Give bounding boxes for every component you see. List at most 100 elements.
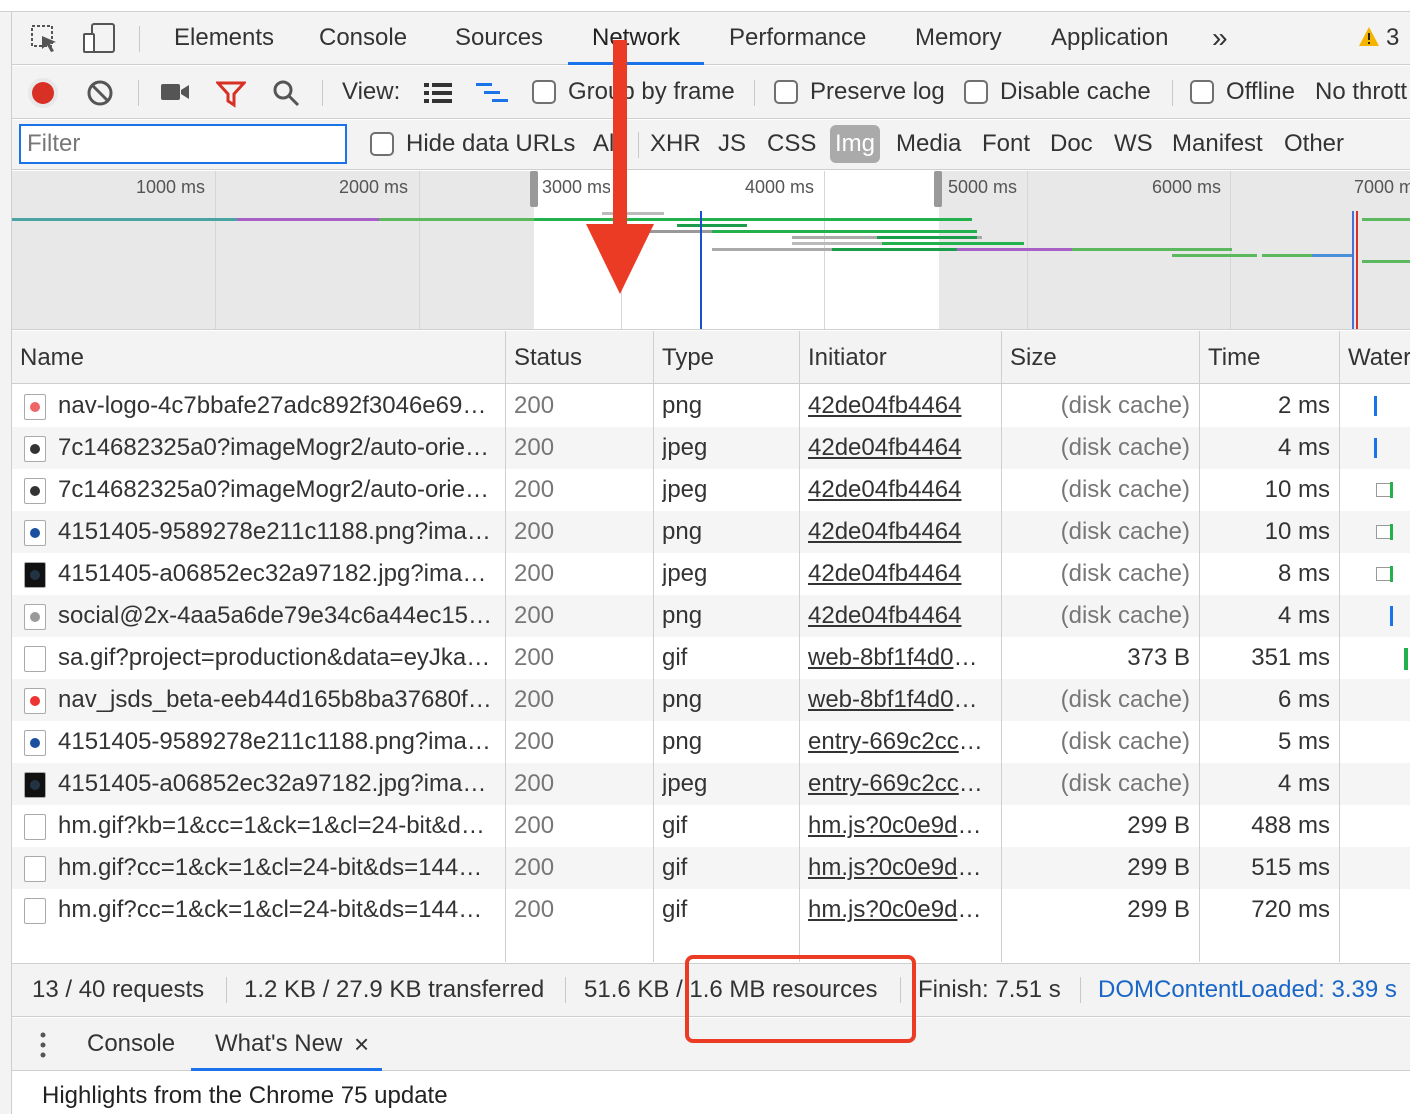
cell-initiator[interactable]: 42de04fb4464 xyxy=(808,427,990,469)
cell-name: hm.gif?cc=1&ck=1&cl=24-bit&ds=1440x900&v… xyxy=(58,854,494,881)
cell-initiator[interactable]: entry-669c2cc3b5.js xyxy=(808,763,990,805)
hide-data-urls-label[interactable]: Hide data URLs xyxy=(406,120,575,168)
drawer-tab-console[interactable]: Console xyxy=(87,1018,175,1070)
filter-type-js[interactable]: JS xyxy=(718,120,746,168)
filter-type-media[interactable]: Media xyxy=(896,120,961,168)
table-row[interactable]: hm.gif?kb=1&cc=1&ck=1&cl=24-bit&ds=1440x… xyxy=(12,805,1410,847)
cell-time: 4 ms xyxy=(1277,434,1330,461)
preserve-log-label[interactable]: Preserve log xyxy=(810,66,945,118)
cell-initiator[interactable]: 42de04fb4464 xyxy=(808,511,990,553)
table-row[interactable]: 7c14682325a0?imageMogr2/auto-orient/stri… xyxy=(12,469,1410,511)
overview-right-handle[interactable] xyxy=(934,171,942,207)
column-header-size[interactable]: Size xyxy=(1002,331,1057,384)
waterfall-bar xyxy=(1404,648,1408,670)
waterfall-view-icon[interactable] xyxy=(476,82,510,104)
annotation-highlight-box xyxy=(685,955,916,1043)
table-row[interactable]: 7c14682325a0?imageMogr2/auto-orient/stri… xyxy=(12,427,1410,469)
column-header-waterfall[interactable]: Waterfall xyxy=(1340,331,1410,384)
filter-type-doc[interactable]: Doc xyxy=(1050,120,1093,168)
overview-left-handle[interactable] xyxy=(530,171,538,207)
record-button[interactable] xyxy=(28,78,58,108)
tab-elements[interactable]: Elements xyxy=(174,12,274,64)
table-row[interactable]: hm.gif?cc=1&ck=1&cl=24-bit&ds=1440x900&e… xyxy=(12,889,1410,931)
offline-label[interactable]: Offline xyxy=(1226,66,1295,118)
disable-cache-label[interactable]: Disable cache xyxy=(1000,66,1151,118)
table-row[interactable]: nav_jsds_beta-eeb44d165b8ba37680f.png 200… xyxy=(12,679,1410,721)
cell-initiator[interactable]: 42de04fb4464 xyxy=(808,553,990,595)
cell-size: (disk cache) xyxy=(1060,476,1190,503)
cell-name: 4151405-a06852ec32a97182.jpg?imageMogr2 xyxy=(58,560,494,587)
column-header-name[interactable]: Name xyxy=(12,331,84,384)
column-header-type[interactable]: Type xyxy=(654,331,714,384)
table-row[interactable]: 4151405-a06852ec32a97182.jpg?imageMogr2 2… xyxy=(12,763,1410,805)
group-by-frame-checkbox[interactable] xyxy=(532,80,556,104)
table-row[interactable]: 4151405-a06852ec32a97182.jpg?imageMogr2 2… xyxy=(12,553,1410,595)
cell-size: (disk cache) xyxy=(1060,560,1190,587)
table-row[interactable]: nav-logo-4c7bbafe27adc892f3046e6978459ba… xyxy=(12,385,1410,427)
cell-type: png xyxy=(662,518,703,545)
cell-initiator[interactable]: web-8bf1f4d0b5b3.js xyxy=(808,637,990,679)
filter-type-font[interactable]: Font xyxy=(982,120,1030,168)
cell-status: 200 xyxy=(514,392,555,419)
drawer-tab-whats-new[interactable]: What's New xyxy=(190,1018,383,1071)
cell-initiator[interactable]: hm.js?0c0e9d9b1e7 xyxy=(808,847,990,889)
file-thumbnail-icon xyxy=(24,856,46,882)
filter-type-img[interactable]: Img xyxy=(830,125,881,163)
cell-time: 8 ms xyxy=(1277,560,1330,587)
filter-type-manifest[interactable]: Manifest xyxy=(1172,120,1263,168)
cell-time: 4 ms xyxy=(1277,602,1330,629)
filter-type-other[interactable]: Other xyxy=(1284,120,1344,168)
tab-sources[interactable]: Sources xyxy=(455,12,543,64)
more-tabs-button[interactable]: » xyxy=(1212,12,1228,64)
screenshot-camera-icon[interactable] xyxy=(160,81,190,103)
warning-icon[interactable] xyxy=(1358,26,1380,48)
filter-type-css[interactable]: CSS xyxy=(767,120,816,168)
tab-memory[interactable]: Memory xyxy=(915,12,1002,64)
overview-bar xyxy=(1362,260,1410,263)
tab-performance[interactable]: Performance xyxy=(729,12,866,64)
cell-initiator[interactable]: 42de04fb4464 xyxy=(808,385,990,427)
large-rows-icon[interactable] xyxy=(424,82,452,104)
preserve-log-checkbox[interactable] xyxy=(774,80,798,104)
load-event-line xyxy=(1356,211,1358,329)
offline-checkbox[interactable] xyxy=(1190,80,1214,104)
column-header-time[interactable]: Time xyxy=(1200,331,1260,384)
device-toolbar-icon[interactable] xyxy=(82,22,116,54)
cell-initiator[interactable]: 42de04fb4464 xyxy=(808,595,990,637)
throttling-select[interactable]: No thrott xyxy=(1315,66,1407,118)
summary-dom-content-loaded: DOMContentLoaded: 3.39 s xyxy=(1098,976,1397,1003)
cell-initiator[interactable]: hm.js?0c0e9d9b1e7 xyxy=(808,889,990,931)
cell-initiator[interactable]: entry-669c2cc3b5.js xyxy=(808,721,990,763)
search-icon[interactable] xyxy=(272,79,300,107)
table-row[interactable]: sa.gif?project=production&data=eyJkaXN0a… xyxy=(12,637,1410,679)
disable-cache-checkbox[interactable] xyxy=(964,80,988,104)
close-icon[interactable]: × xyxy=(354,1018,369,1070)
cell-status: 200 xyxy=(514,644,555,671)
tab-application[interactable]: Application xyxy=(1051,12,1168,64)
cell-initiator[interactable]: 42de04fb4464 xyxy=(808,469,990,511)
table-row[interactable]: 4151405-9589278e211c1188.png?imageMogr2 2… xyxy=(12,721,1410,763)
network-overview[interactable]: 1000 ms 2000 ms 3000 ms 4000 ms 5000 ms … xyxy=(12,171,1410,330)
cell-type: png xyxy=(662,602,703,629)
filter-input[interactable] xyxy=(19,124,347,164)
summary-requests: 13 / 40 requests xyxy=(32,976,205,1003)
cell-initiator[interactable]: web-8bf1f4d0b5b3.js xyxy=(808,679,990,721)
table-row[interactable]: social@2x-4aa5a6de79e34c6a44ec15.png 200 p… xyxy=(12,595,1410,637)
cell-initiator[interactable]: hm.js?0c0e9d9b1e7 xyxy=(808,805,990,847)
cell-name: 4151405-9589278e211c1188.png?imageMogr2 xyxy=(58,518,494,545)
table-row[interactable]: 4151405-9589278e211c1188.png?imageMogr2 2… xyxy=(12,511,1410,553)
filter-type-ws[interactable]: WS xyxy=(1114,120,1153,168)
file-thumbnail-icon xyxy=(24,520,46,546)
hide-data-urls-checkbox[interactable] xyxy=(370,132,394,156)
table-row[interactable]: hm.gif?cc=1&ck=1&cl=24-bit&ds=1440x900&v… xyxy=(12,847,1410,889)
dom-content-loaded-line xyxy=(1352,211,1354,329)
tab-console[interactable]: Console xyxy=(319,12,407,64)
warning-count[interactable]: 3 xyxy=(1386,12,1399,64)
drawer-menu-icon[interactable] xyxy=(40,1032,46,1058)
clear-icon[interactable] xyxy=(86,79,114,107)
column-header-status[interactable]: Status xyxy=(506,331,582,384)
cell-type: png xyxy=(662,728,703,755)
column-header-initiator[interactable]: Initiator xyxy=(800,331,887,384)
inspect-element-icon[interactable] xyxy=(30,24,60,54)
filter-funnel-icon[interactable] xyxy=(214,80,248,108)
